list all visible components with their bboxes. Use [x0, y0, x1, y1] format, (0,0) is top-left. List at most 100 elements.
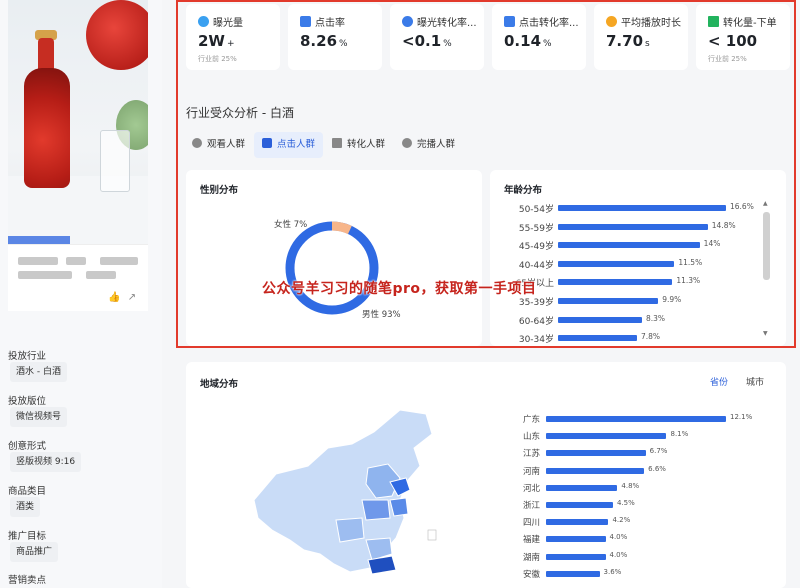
region-bar: [546, 536, 606, 543]
tab-label: 点击人群: [277, 139, 316, 150]
age-bar: [558, 260, 675, 267]
stat-unit: %: [543, 39, 552, 49]
click-conversion-icon: [504, 16, 515, 27]
region-label: 广东: [522, 415, 540, 425]
stat-value: 2W: [198, 32, 225, 50]
left-panel: 👍 ↗ 投放行业 酒水 - 白酒 投放版位 微信视频号 创意形式 竖版视频 9:…: [0, 0, 162, 588]
region-bar: [546, 553, 606, 560]
video-thumbnail[interactable]: [8, 0, 148, 244]
tab-converters[interactable]: 转化人群: [324, 132, 393, 158]
audience-section-title: 行业受众分析 - 白酒: [186, 106, 294, 120]
stat-sub: 行业前 25%: [708, 55, 747, 63]
thumbnail-bottle: [24, 68, 70, 188]
age-label: 40-44岁: [518, 260, 554, 271]
region-value: 6.7%: [649, 447, 668, 456]
scroll-up-icon[interactable]: ▲: [763, 200, 768, 207]
age-bar: [558, 242, 700, 249]
stat-value: < 100: [708, 32, 758, 50]
age-label: 60-64岁: [518, 316, 554, 327]
hand-icon: [262, 138, 272, 148]
female-label: 女性 7%: [274, 220, 308, 230]
stat-card-impressions: 曝光量 2W + 行业前 25%: [186, 4, 280, 70]
region-label: 安徽: [522, 569, 540, 580]
stat-card-orders: 转化量-下单 < 100 行业前 25%: [696, 4, 790, 70]
region-value: 8.1%: [670, 430, 689, 439]
hand-icon: [300, 16, 311, 27]
region-label: 湖南: [522, 552, 540, 563]
stat-unit: %: [339, 39, 348, 49]
stats-row: 曝光量 2W + 行业前 25% 点击率 8.26% 曝光转化率... <0.1%…: [180, 4, 790, 70]
region-bar: [546, 450, 646, 457]
tab-label: 观看人群: [207, 139, 246, 150]
region-bar: [546, 433, 667, 440]
age-bar: [558, 279, 673, 286]
meta-tag-industry: 酒水 - 白酒: [10, 362, 67, 382]
region-label: 江苏: [522, 449, 540, 460]
age-value: 11.5%: [678, 257, 703, 267]
stat-label: 曝光量: [213, 18, 243, 29]
age-panel: 年龄分布 50-54岁 16.6% 55-59岁 14.8% 45-49岁 14% 40-4…: [490, 170, 786, 346]
age-value: 11.3%: [676, 276, 701, 286]
region-bar: [546, 467, 645, 474]
region-value: 12.1%: [730, 413, 753, 421]
tab-completers[interactable]: 完播人群: [394, 132, 463, 158]
tab-clickers[interactable]: 点击人群: [254, 132, 324, 158]
stat-sub: 行业前 25%: [198, 55, 237, 63]
region-bar: [546, 519, 609, 526]
age-bar: [558, 223, 708, 230]
main-content: 曝光量 2W + 行业前 25% 点击率 8.26% 曝光转化率... <0.1%…: [176, 0, 800, 588]
region-label: 山东: [522, 432, 540, 443]
stat-unit: %: [443, 39, 452, 49]
age-bar: [558, 335, 637, 342]
age-value: 14.8%: [711, 220, 736, 230]
tab-viewers[interactable]: 观看人群: [184, 132, 253, 158]
stat-label: 曝光转化率...: [417, 18, 477, 29]
gender-panel: 性别分布 女性 7% 男性 93%: [186, 170, 482, 346]
region-value: 4.5%: [616, 499, 635, 507]
share-icon[interactable]: ↗: [126, 292, 138, 304]
meta-label-category: 商品类目: [8, 486, 47, 497]
stat-card-exposure-cvr: 曝光转化率... <0.1%: [390, 4, 484, 70]
age-value: 9.9%: [662, 295, 682, 304]
region-label: 浙江: [522, 501, 540, 511]
stat-label: 点击转化率...: [519, 18, 579, 29]
stat-value: 0.14: [504, 32, 542, 50]
eye-icon: [198, 16, 209, 27]
age-bar: [558, 316, 642, 323]
scroll-down-icon[interactable]: ▼: [763, 330, 768, 337]
age-label: 50-54岁: [518, 205, 554, 215]
funnel-icon: [708, 16, 719, 27]
meta-tag-placement: 微信视频号: [10, 407, 68, 427]
region-label: 福建: [522, 535, 540, 546]
stat-unit: s: [645, 39, 650, 49]
scroll-thumb[interactable]: [763, 212, 770, 280]
map-region-sichuan: [335, 517, 365, 543]
region-label: 河南: [522, 466, 540, 477]
conversion-icon: [402, 16, 413, 27]
gender-donut: [285, 221, 379, 315]
eye-icon: [192, 138, 202, 148]
meta-tag-category: 酒类: [10, 497, 41, 517]
tab-label: 转化人群: [347, 139, 386, 150]
region-value: 4.8%: [621, 481, 640, 490]
thumbnail-glass: [100, 130, 130, 192]
thumbnail-bottle-neck: [38, 38, 54, 72]
stat-card-click-cvr: 点击转化率... 0.14%: [492, 4, 586, 70]
region-value: 4.0%: [609, 533, 628, 542]
toggle-province[interactable]: 省份: [710, 375, 728, 388]
coins-icon: [606, 16, 617, 27]
region-label: 河北: [522, 483, 540, 494]
region-value: 4.0%: [609, 550, 628, 559]
stat-value: 8.26: [300, 32, 338, 50]
age-label: 30-34岁: [518, 335, 554, 346]
tab-label: 完播人群: [417, 139, 456, 150]
age-bar: [558, 205, 726, 211]
toggle-city[interactable]: 城市: [746, 375, 764, 388]
region-bar: [546, 502, 613, 508]
like-icon[interactable]: 👍: [108, 292, 120, 304]
meta-label-industry: 投放行业: [8, 351, 47, 362]
region-bar: [546, 484, 618, 491]
meta-label-goal: 推广目标: [8, 531, 47, 542]
region-title: 地域分布: [200, 379, 239, 390]
age-scrollbar[interactable]: ▲ ▼: [762, 200, 771, 340]
